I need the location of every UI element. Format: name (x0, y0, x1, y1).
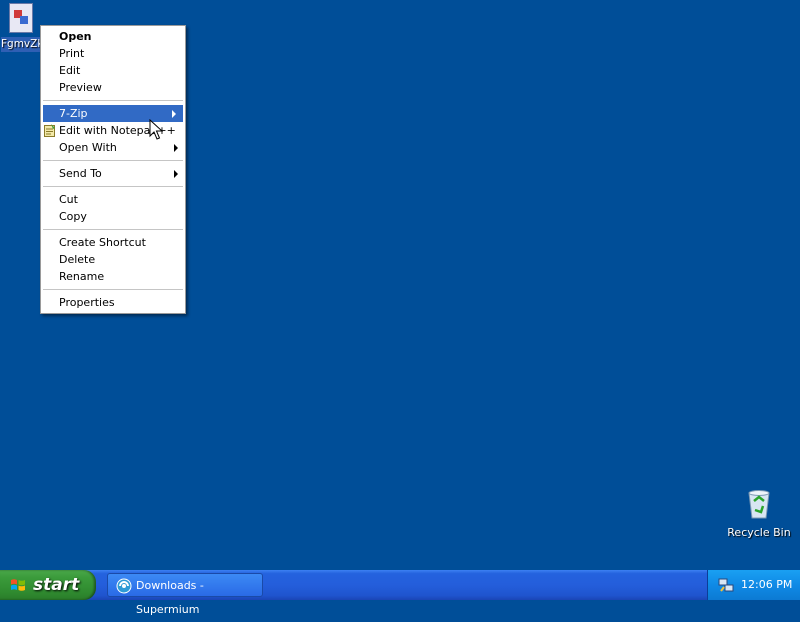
network-icon[interactable] (718, 577, 734, 593)
menu-item-copy[interactable]: Copy (41, 208, 185, 225)
start-button[interactable]: start (0, 570, 96, 600)
menu-item-print[interactable]: Print (41, 45, 185, 62)
menu-separator (43, 160, 183, 161)
file-image-icon (9, 3, 33, 33)
submenu-arrow-icon (172, 110, 176, 118)
recycle-bin[interactable]: Recycle Bin (721, 487, 797, 539)
taskbar-button-label: Downloads - Supermium (136, 579, 204, 616)
menu-separator (43, 100, 183, 101)
menu-item-7zip-label: 7-Zip (59, 107, 88, 120)
context-menu: Open Print Edit Preview 7-Zip Edit with … (40, 25, 186, 314)
menu-item-delete[interactable]: Delete (41, 251, 185, 268)
desktop-file-icon[interactable]: FgmvZk RX (1, 1, 41, 52)
taskbar: start Downloads - Supermium 12:06 PM (0, 570, 800, 616)
menu-item-edit-notepad[interactable]: Edit with Notepad++ (41, 122, 185, 139)
clock[interactable]: 12:06 PM (741, 578, 792, 591)
menu-item-open-with[interactable]: Open With (41, 139, 185, 156)
menu-item-send-to[interactable]: Send To (41, 165, 185, 182)
submenu-arrow-icon (174, 170, 178, 178)
menu-item-properties[interactable]: Properties (41, 294, 185, 311)
menu-item-open[interactable]: Open (41, 28, 185, 45)
start-label: start (33, 575, 80, 595)
taskbar-button-downloads[interactable]: Downloads - Supermium (107, 573, 263, 616)
menu-separator (43, 186, 183, 187)
menu-item-cut[interactable]: Cut (41, 191, 185, 208)
menu-item-send-to-label: Send To (59, 167, 102, 180)
menu-separator (43, 229, 183, 230)
submenu-arrow-icon (174, 144, 178, 152)
mouse-cursor-icon (149, 119, 163, 140)
system-tray: 12:06 PM (707, 570, 800, 600)
windows-flag-icon (11, 579, 25, 591)
notepad-plus-icon (44, 124, 55, 137)
recycle-bin-label: Recycle Bin (727, 526, 791, 539)
menu-item-create-shortcut[interactable]: Create Shortcut (41, 234, 185, 251)
menu-item-preview[interactable]: Preview (41, 79, 185, 96)
menu-item-rename[interactable]: Rename (41, 268, 185, 285)
menu-item-edit[interactable]: Edit (41, 62, 185, 79)
menu-separator (43, 289, 183, 290)
desktop-file-label: FgmvZk RX (1, 37, 41, 52)
menu-item-open-with-label: Open With (59, 141, 117, 154)
supermium-browser-icon (116, 578, 132, 594)
recycle-bin-icon (748, 490, 770, 519)
